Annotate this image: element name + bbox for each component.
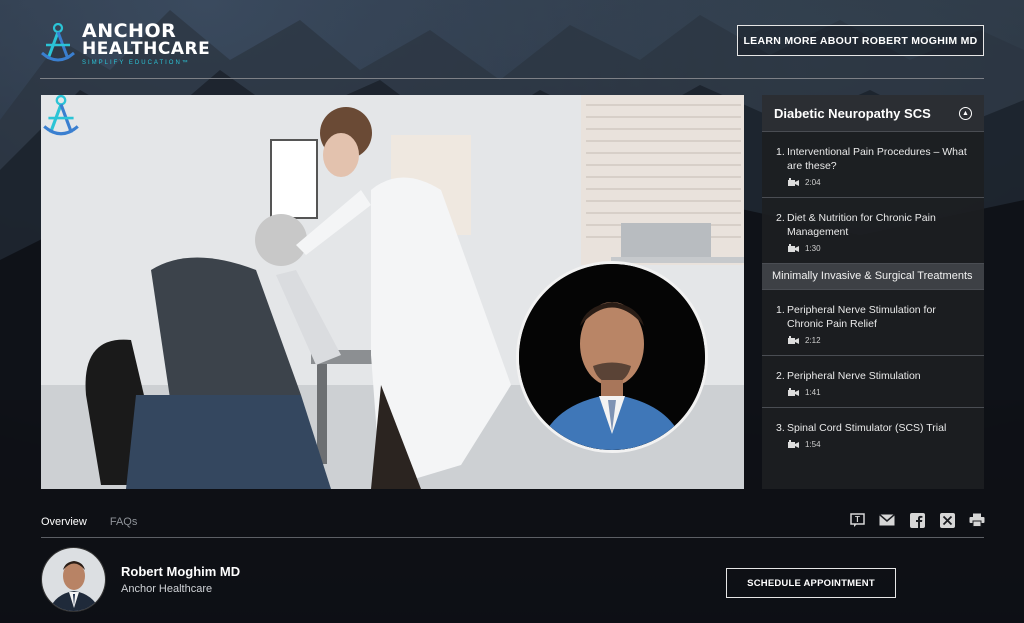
email-icon[interactable] [878,512,896,528]
playlist-item-number: 1. [776,146,785,158]
playlist-item-duration: 1:41 [805,388,821,397]
video-icon [788,336,799,344]
video-watermark-logo-icon [43,95,79,136]
playlist-item-duration: 2:12 [805,336,821,345]
playlist-item-duration: 1:54 [805,440,821,449]
doctor-avatar [41,547,106,612]
video-icon [788,388,799,396]
share-toolbar: T [848,512,986,528]
video-icon [788,440,799,448]
doctor-organization: Anchor Healthcare [121,583,213,595]
playlist-item-number: 1. [776,304,785,316]
header-divider [40,78,984,79]
playlist-item-number: 3. [776,422,785,434]
playlist-item[interactable]: 2. Peripheral Nerve Stimulation 1:41 [762,355,984,407]
playlist-item-number: 2. [776,370,785,382]
svg-text:T: T [855,515,860,524]
presenter-portrait [519,264,705,450]
playlist-item[interactable]: 1. Interventional Pain Procedures – What… [762,131,984,197]
playlist-item-duration: 1:30 [805,244,821,253]
site-header: ANCHOR HEALTHCARE SIMPLIFY EDUCATION™ LE… [0,0,1024,80]
x-icon[interactable] [938,512,956,528]
playlist-item-title: Spinal Cord Stimulator (SCS) Trial [787,422,947,434]
schedule-appointment-button[interactable]: SCHEDULE APPOINTMENT [726,568,896,598]
video-icon [788,244,799,252]
brand-logo[interactable]: ANCHOR HEALTHCARE SIMPLIFY EDUCATION™ [40,22,210,66]
playlist-title: Diabetic Neuropathy SCS [774,105,931,121]
print-icon[interactable] [968,512,986,528]
playlist-section-header[interactable]: Minimally Invasive & Surgical Treatments [762,263,984,290]
anchor-logo-icon [41,23,75,62]
playlist-item-title: Peripheral Nerve Stimulation for Chronic… [787,304,936,330]
transcript-icon[interactable]: T [848,512,866,528]
facebook-icon[interactable] [908,512,926,528]
playlist-item-title: Interventional Pain Procedures – What ar… [787,146,967,172]
presenter-pip [516,261,708,453]
brand-name-line2: HEALTHCARE [82,39,211,59]
playlist-panel: Diabetic Neuropathy SCS ▲ 1. Interventio… [762,95,984,489]
learn-more-button[interactable]: LEARN MORE ABOUT ROBERT MOGHIM MD [737,25,984,56]
playlist-item-title: Peripheral Nerve Stimulation [787,370,921,382]
playlist-item[interactable]: 2. Diet & Nutrition for Chronic Pain Man… [762,197,984,263]
content-tabs: Overview FAQs [41,516,137,528]
playlist-item[interactable]: 3. Spinal Cord Stimulator (SCS) Trial 1:… [762,407,984,459]
collapse-chevron-icon[interactable]: ▲ [959,106,972,120]
playlist-item-duration: 2:04 [805,178,821,187]
content-divider [41,537,984,538]
tab-faqs[interactable]: FAQs [110,516,138,528]
tab-overview[interactable]: Overview [41,516,87,528]
playlist-item-number: 2. [776,212,785,224]
brand-tagline: SIMPLIFY EDUCATION™ [82,60,190,66]
doctor-name: Robert Moghim MD [121,564,241,579]
video-player[interactable] [41,95,744,489]
video-icon [788,178,799,186]
playlist-item-title: Diet & Nutrition for Chronic Pain Manage… [787,212,936,238]
playlist-item[interactable]: 1. Peripheral Nerve Stimulation for Chro… [762,290,984,355]
playlist-header[interactable]: Diabetic Neuropathy SCS ▲ [762,95,984,131]
